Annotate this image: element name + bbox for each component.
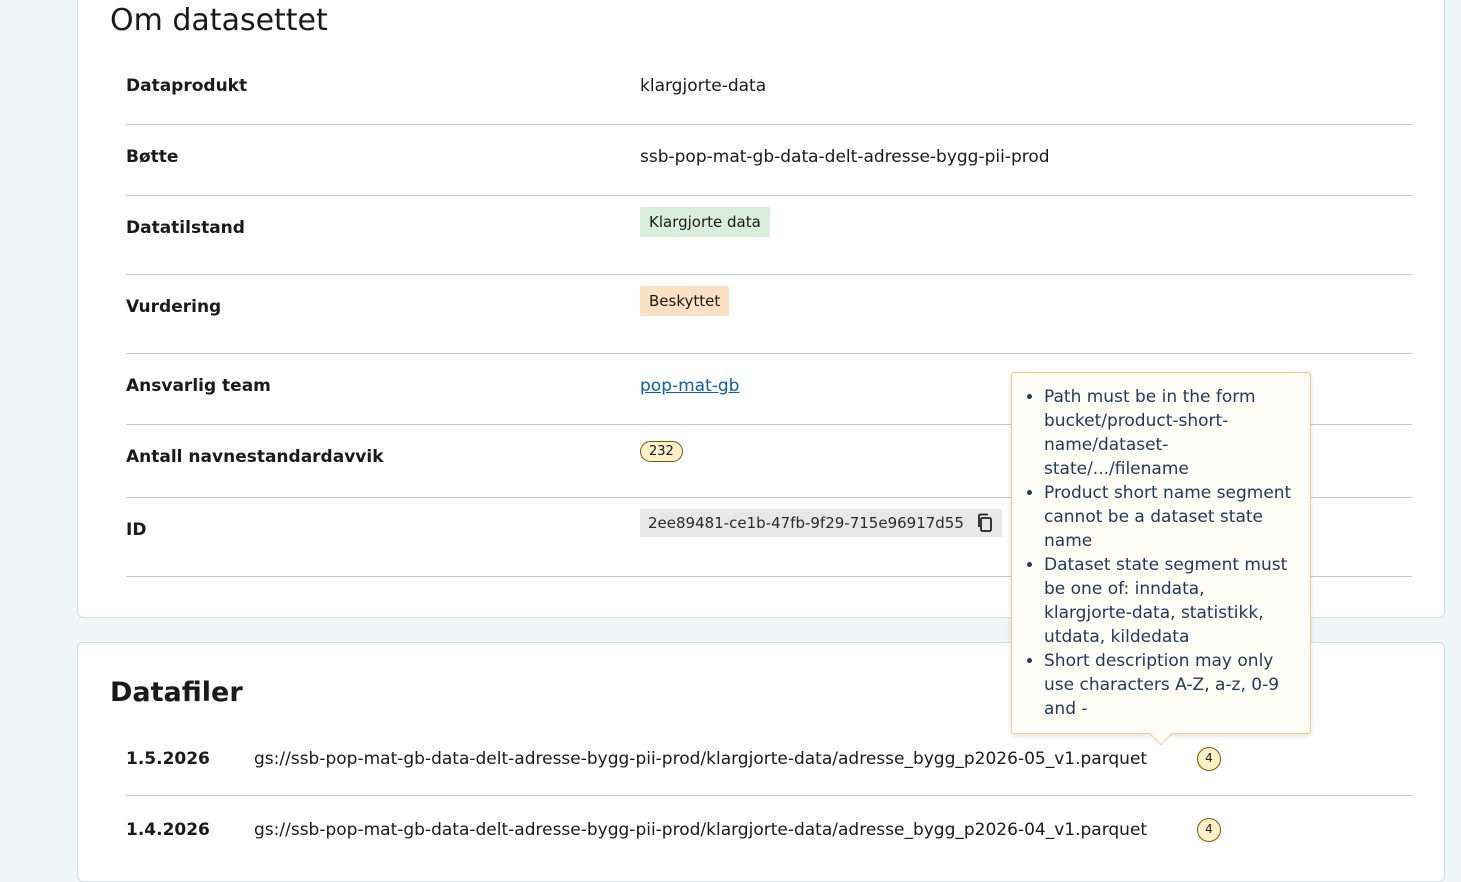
vurdering-label: Vurdering xyxy=(126,297,222,317)
id-value-wrap: 2ee89481-ce1b-47fb-9f29-715e96917d55 xyxy=(640,509,1002,537)
dataprodukt-value: klargjorte-data xyxy=(640,76,767,96)
vurdering-value-wrap: Beskyttet xyxy=(640,286,730,316)
datafiles-title: Datafiler xyxy=(110,677,243,708)
id-box: 2ee89481-ce1b-47fb-9f29-715e96917d55 xyxy=(640,509,1002,537)
tooltip-item: Product short name segment cannot be a d… xyxy=(1044,481,1296,553)
id-label: ID xyxy=(126,520,147,540)
file-row: 1.4.2026 gs://ssb-pop-mat-gb-data-delt-a… xyxy=(126,818,1412,860)
file-path: gs://ssb-pop-mat-gb-data-delt-adresse-by… xyxy=(254,820,1148,840)
copy-icon[interactable] xyxy=(976,513,994,533)
file-path: gs://ssb-pop-mat-gb-data-delt-adresse-by… xyxy=(254,749,1148,769)
naming-issues-tooltip: Path must be in the form bucket/product-… xyxy=(1011,372,1311,746)
datatilstand-tag: Klargjorte data xyxy=(640,207,770,237)
datatilstand-label: Datatilstand xyxy=(126,218,245,238)
file-issue-count-badge[interactable]: 4 xyxy=(1197,747,1221,771)
file-issue-count-badge[interactable]: 4 xyxy=(1197,818,1221,842)
navnestandardavvik-badge[interactable]: 232 xyxy=(640,441,683,462)
file-date: 1.5.2026 xyxy=(126,749,210,769)
tooltip-list: Path must be in the form bucket/product-… xyxy=(1012,385,1310,721)
botte-value: ssb-pop-mat-gb-data-delt-adresse-bygg-pi… xyxy=(640,147,1050,167)
dataprodukt-label: Dataprodukt xyxy=(126,76,248,96)
navnestandardavvik-label: Antall navnestandardavvik xyxy=(126,447,384,467)
id-value: 2ee89481-ce1b-47fb-9f29-715e96917d55 xyxy=(648,514,964,532)
ansvarlig-team-label: Ansvarlig team xyxy=(126,376,271,396)
tooltip-item: Dataset state segment must be one of: in… xyxy=(1044,553,1296,649)
file-row: 1.5.2026 gs://ssb-pop-mat-gb-data-delt-a… xyxy=(126,747,1412,796)
navnestandardavvik-value-wrap: 232 xyxy=(640,440,683,462)
botte-label: Bøtte xyxy=(126,147,179,167)
row-botte: Bøtte ssb-pop-mat-gb-data-delt-adresse-b… xyxy=(126,147,1412,196)
row-vurdering: Vurdering Beskyttet xyxy=(126,286,1412,354)
row-datatilstand: Datatilstand Klargjorte data xyxy=(126,207,1412,275)
ansvarlig-team-link[interactable]: pop-mat-gb xyxy=(640,376,739,396)
tooltip-item: Path must be in the form bucket/product-… xyxy=(1044,385,1296,481)
datatilstand-value-wrap: Klargjorte data xyxy=(640,207,770,237)
vurdering-tag: Beskyttet xyxy=(640,286,730,316)
tooltip-item: Short description may only use character… xyxy=(1044,649,1296,721)
file-date: 1.4.2026 xyxy=(126,820,210,840)
row-dataprodukt: Dataprodukt klargjorte-data xyxy=(126,76,1412,125)
about-dataset-title: Om datasettet xyxy=(110,3,328,38)
